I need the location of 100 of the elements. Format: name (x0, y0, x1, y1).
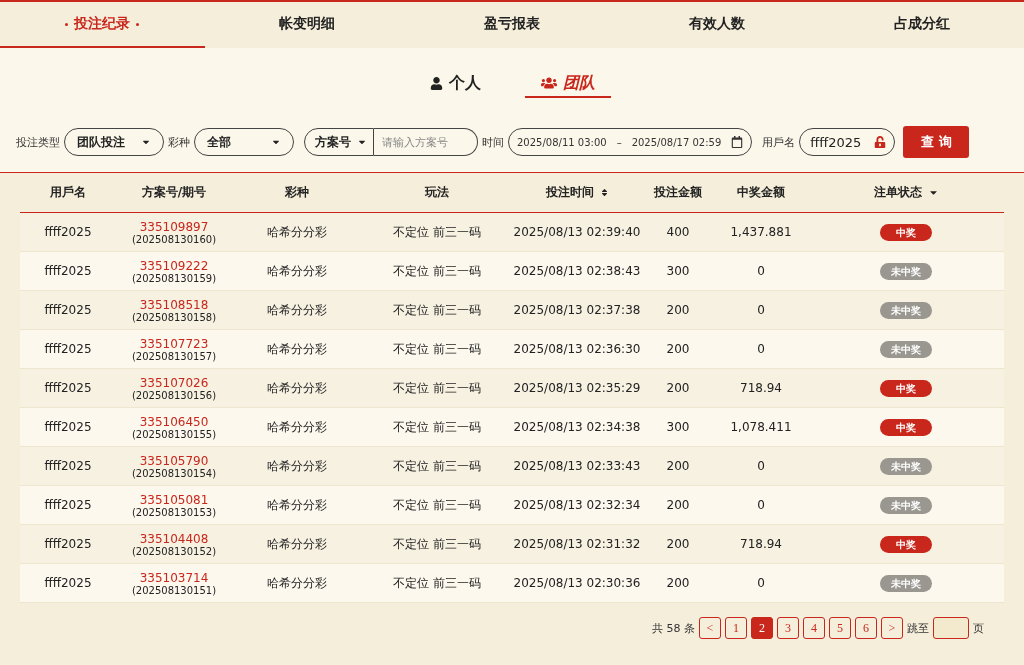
table-cell-text: ffff2025 (43, 420, 93, 434)
table-cell-text: 0 (756, 342, 766, 356)
page-input[interactable] (933, 617, 969, 639)
table-cell-text: 哈希分分彩 (266, 262, 328, 280)
issue-number: (202508130157) (131, 350, 217, 362)
table-cell-text: 200 (665, 498, 691, 512)
table-cell-text: 1,078.411 (729, 420, 793, 434)
table-cell-text: 718.94 (739, 381, 783, 395)
page-button[interactable]: 1 (725, 617, 747, 639)
filter-label: 时间 (482, 134, 504, 150)
column-header: 中奖金额 (736, 184, 786, 201)
plan-number-input[interactable]: 请输入方案号 (374, 128, 478, 156)
issue-number: (202508130159) (131, 272, 217, 284)
unlock-icon (874, 136, 887, 148)
table-cell-text: 不定位 前三一码 (392, 379, 482, 397)
table-cell-text: ffff2025 (43, 537, 93, 551)
nav-tab[interactable]: 占成分红 (819, 2, 1024, 48)
table-cell-text: 300 (665, 420, 691, 434)
nav-tab[interactable]: 盈亏报表 (409, 2, 615, 48)
column-header: 投注金额 (653, 184, 703, 201)
nav-tab[interactable]: 投注纪录 (0, 2, 205, 48)
prev-page-button[interactable]: < (699, 617, 721, 639)
table-cell-text: 200 (665, 381, 691, 395)
filter-label: 用戶名 (762, 134, 796, 150)
table-cell-text: 0 (756, 303, 766, 317)
status-badge: 中奖 (880, 379, 932, 397)
plan-number-link[interactable]: 335109222 (139, 258, 209, 273)
issue-number: (202508130156) (131, 389, 217, 401)
table-cell-text: ffff2025 (43, 498, 93, 512)
table-cell-text: 哈希分分彩 (266, 574, 328, 592)
plan-number-link[interactable]: 335108518 (139, 297, 209, 312)
status-badge: 未中奖 (880, 574, 932, 592)
table-cell: 2025/08/13 02:36:30 (512, 342, 642, 356)
group-icon (540, 75, 557, 91)
plan-number-link[interactable]: 335105081 (139, 492, 209, 507)
table-cell-text: ffff2025 (43, 303, 93, 317)
table-cell-text: 哈希分分彩 (266, 301, 328, 319)
table-cell-text: 200 (665, 576, 691, 590)
table-cell-text: 不定位 前三一码 (392, 457, 482, 475)
table-cell-text: 1,437.881 (729, 225, 793, 239)
plan-number-link[interactable]: 335103714 (139, 570, 209, 585)
table-cell-text: 200 (665, 342, 691, 356)
plan-number-link[interactable]: 335107026 (139, 375, 209, 390)
issue-number: (202508130154) (131, 467, 217, 479)
person-icon (429, 76, 443, 90)
table-cell-text: 400 (665, 225, 691, 239)
nav-tab[interactable]: 有效人数 (614, 2, 820, 48)
status-badge: 未中奖 (880, 262, 932, 280)
jump-label: 跳至 (907, 620, 929, 636)
table-cell: 2025/08/13 02:34:38 (512, 420, 642, 434)
column-header: 玩法 (423, 184, 450, 201)
status-badge: 未中奖 (880, 301, 932, 319)
nav-tab[interactable]: 帐变明细 (204, 2, 410, 48)
page-suffix: 页 (973, 620, 984, 636)
table-cell-text: 不定位 前三一码 (392, 574, 482, 592)
plan-number-link[interactable]: 335106450 (139, 414, 209, 429)
plan-number-link[interactable]: 335107723 (139, 336, 209, 351)
status-badge: 未中奖 (880, 496, 932, 514)
next-page-button[interactable]: > (881, 617, 903, 639)
column-header[interactable]: 注单状态 (808, 184, 1004, 201)
table-cell: 2025/08/13 02:30:36 (512, 576, 642, 590)
table-cell: 2025/08/13 02:32:34 (512, 498, 642, 512)
plan-number-link[interactable]: 335104408 (139, 531, 209, 546)
table-cell-text: 不定位 前三一码 (392, 418, 482, 436)
plan-number-link[interactable]: 335105790 (139, 453, 209, 468)
table-cell-text: 0 (756, 498, 766, 512)
issue-number: (202508130158) (131, 311, 217, 323)
table-cell-text: 0 (756, 264, 766, 278)
table-cell-text: ffff2025 (43, 342, 93, 356)
scope-tab[interactable]: 个人 (413, 70, 497, 98)
table-cell-text: ffff2025 (43, 459, 93, 473)
dot-icon (136, 22, 140, 26)
page-button[interactable]: 6 (855, 617, 877, 639)
issue-number: (202508130151) (131, 584, 217, 596)
table-cell-text: 哈希分分彩 (266, 340, 328, 358)
query-button[interactable]: 查 询 (903, 126, 970, 158)
table-cell-text: 718.94 (739, 537, 783, 551)
table-cell-text: 哈希分分彩 (266, 496, 328, 514)
plan-number-link[interactable]: 335109897 (139, 219, 209, 234)
calendar-icon (731, 136, 744, 148)
page-button[interactable]: 4 (803, 617, 825, 639)
status-badge: 中奖 (880, 223, 932, 241)
column-header[interactable]: 投注时间 (512, 184, 642, 201)
page-button[interactable]: 5 (829, 617, 851, 639)
scope-tab[interactable]: 团队 (524, 70, 611, 98)
table-cell-text: 不定位 前三一码 (392, 535, 482, 553)
table-cell-text: 不定位 前三一码 (392, 496, 482, 514)
table-cell-text: ffff2025 (43, 264, 93, 278)
bet-type-select[interactable]: 团队投注 (64, 128, 164, 156)
table-cell: 2025/08/13 02:33:43 (512, 459, 642, 473)
issue-number: (202508130153) (131, 506, 217, 518)
page-button[interactable]: 3 (777, 617, 799, 639)
table-cell-text: ffff2025 (43, 576, 93, 590)
status-badge: 未中奖 (880, 340, 932, 358)
column-header: 用戶名 (49, 184, 87, 201)
lottery-select[interactable]: 全部 (194, 128, 294, 156)
table-cell: 2025/08/13 02:39:40 (512, 225, 642, 239)
page-button[interactable]: 2 (751, 617, 773, 639)
total-count: 共 58 条 (652, 620, 695, 636)
table-cell-text: 哈希分分彩 (266, 457, 328, 475)
